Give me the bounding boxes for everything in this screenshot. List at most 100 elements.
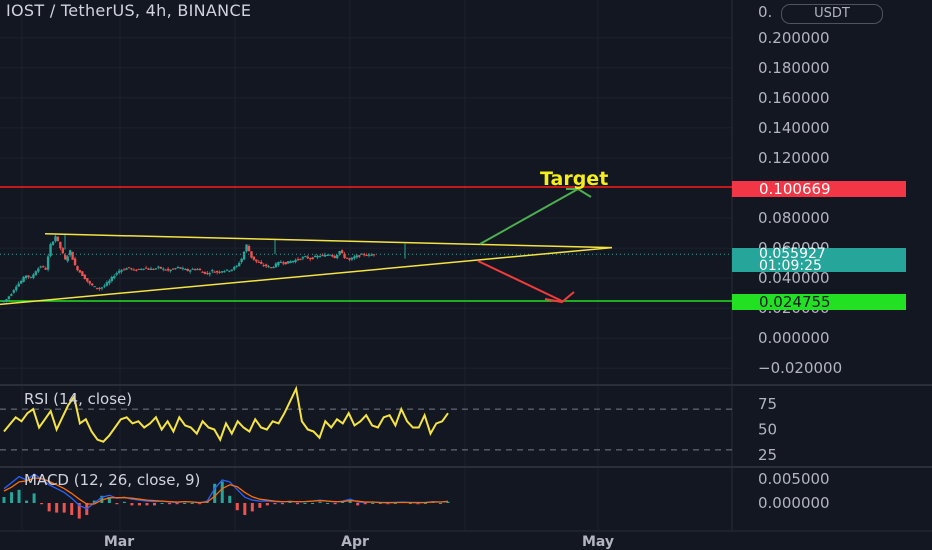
macd-histogram-bar bbox=[235, 503, 239, 511]
candle bbox=[27, 275, 30, 277]
candle bbox=[289, 261, 292, 263]
candle bbox=[49, 244, 52, 257]
candle bbox=[284, 261, 287, 265]
candle bbox=[287, 261, 290, 264]
macd-histogram-bar bbox=[130, 503, 134, 506]
candle bbox=[105, 282, 109, 286]
candle bbox=[181, 268, 185, 270]
candle bbox=[162, 268, 165, 270]
candle bbox=[321, 254, 324, 256]
candle bbox=[34, 271, 38, 276]
candle bbox=[318, 256, 322, 258]
candle bbox=[39, 266, 42, 268]
candle bbox=[59, 241, 62, 249]
candle bbox=[7, 296, 11, 299]
candle bbox=[32, 274, 35, 278]
candle bbox=[46, 256, 50, 270]
candle bbox=[95, 287, 99, 289]
candle bbox=[311, 257, 314, 260]
candle bbox=[140, 268, 143, 270]
candle bbox=[19, 280, 23, 284]
candle bbox=[37, 268, 40, 272]
macd-histogram-bar bbox=[25, 500, 29, 503]
candle bbox=[68, 250, 72, 256]
candle bbox=[306, 256, 309, 259]
candle bbox=[17, 283, 20, 287]
currency-selector[interactable]: USDT bbox=[781, 4, 883, 24]
trendline-upper bbox=[44, 233, 613, 249]
candle bbox=[186, 268, 189, 271]
macd-histogram-bar bbox=[153, 503, 157, 506]
candle bbox=[171, 268, 175, 270]
y-tick-label: 0.140000 bbox=[758, 119, 830, 137]
candle bbox=[348, 258, 351, 260]
support-price-tag: 0.024755 bbox=[732, 294, 906, 310]
candle bbox=[113, 276, 116, 279]
candle bbox=[64, 254, 67, 260]
candle bbox=[370, 254, 373, 256]
macd-histogram-bar bbox=[70, 503, 74, 515]
candle bbox=[120, 270, 123, 272]
candle bbox=[230, 269, 234, 271]
candle bbox=[272, 267, 275, 269]
x-tick-label: May bbox=[582, 534, 614, 550]
candle bbox=[108, 280, 111, 284]
candle bbox=[125, 268, 128, 270]
candle bbox=[76, 266, 79, 271]
candle bbox=[233, 266, 236, 270]
macd-histogram-bar bbox=[371, 503, 375, 504]
candle bbox=[257, 261, 260, 263]
candle bbox=[61, 248, 64, 254]
y-tick-label: −0.020000 bbox=[758, 359, 842, 377]
macd-histogram-bar bbox=[137, 503, 141, 506]
macd-histogram-bar bbox=[145, 503, 149, 506]
candle bbox=[245, 244, 248, 252]
macd-histogram-bar bbox=[17, 489, 21, 503]
candle bbox=[336, 254, 339, 259]
macd-histogram-bar bbox=[280, 503, 284, 505]
candle bbox=[250, 251, 253, 258]
macd-histogram-bar bbox=[168, 503, 172, 505]
candle bbox=[144, 267, 148, 269]
candle bbox=[189, 270, 192, 272]
candle bbox=[159, 266, 162, 269]
candle bbox=[220, 271, 224, 273]
candle bbox=[277, 262, 280, 266]
candle bbox=[135, 269, 138, 271]
candle bbox=[228, 270, 231, 272]
candle bbox=[365, 255, 368, 257]
y-tick-label: 0.080000 bbox=[758, 209, 830, 227]
candle bbox=[264, 264, 268, 267]
candle bbox=[88, 281, 91, 284]
candle bbox=[115, 273, 118, 275]
candle bbox=[169, 269, 172, 272]
candle bbox=[103, 285, 106, 287]
candle bbox=[328, 254, 332, 256]
macd-histogram-bar bbox=[40, 503, 44, 505]
candle bbox=[358, 255, 361, 257]
candle bbox=[2, 300, 6, 303]
macd-histogram-bar bbox=[160, 503, 164, 504]
candle bbox=[345, 257, 349, 259]
macd-histogram-bar bbox=[311, 503, 315, 504]
candle bbox=[353, 256, 356, 259]
candle bbox=[164, 269, 167, 271]
breakdown-arrow bbox=[477, 260, 563, 302]
y-tick-label: 0.000000 bbox=[758, 329, 830, 347]
candle bbox=[213, 271, 216, 273]
candle bbox=[137, 268, 140, 270]
macd-histogram-bar bbox=[318, 501, 322, 503]
candle bbox=[83, 274, 87, 280]
candle bbox=[73, 258, 77, 266]
target-label: Target bbox=[540, 168, 608, 190]
breakout-arrow-up bbox=[479, 188, 579, 245]
candle bbox=[360, 253, 363, 255]
macd-histogram-bar bbox=[47, 503, 51, 512]
macd-histogram-bar bbox=[55, 503, 59, 513]
candle bbox=[130, 268, 133, 270]
chart-canvas[interactable]: 0.200000 0.180000 0.160000 0.140000 0.120000… bbox=[0, 0, 932, 550]
candle bbox=[93, 286, 96, 288]
candle bbox=[100, 287, 104, 289]
rsi-legend: RSI (14, close) bbox=[24, 390, 133, 408]
candle bbox=[203, 271, 207, 274]
